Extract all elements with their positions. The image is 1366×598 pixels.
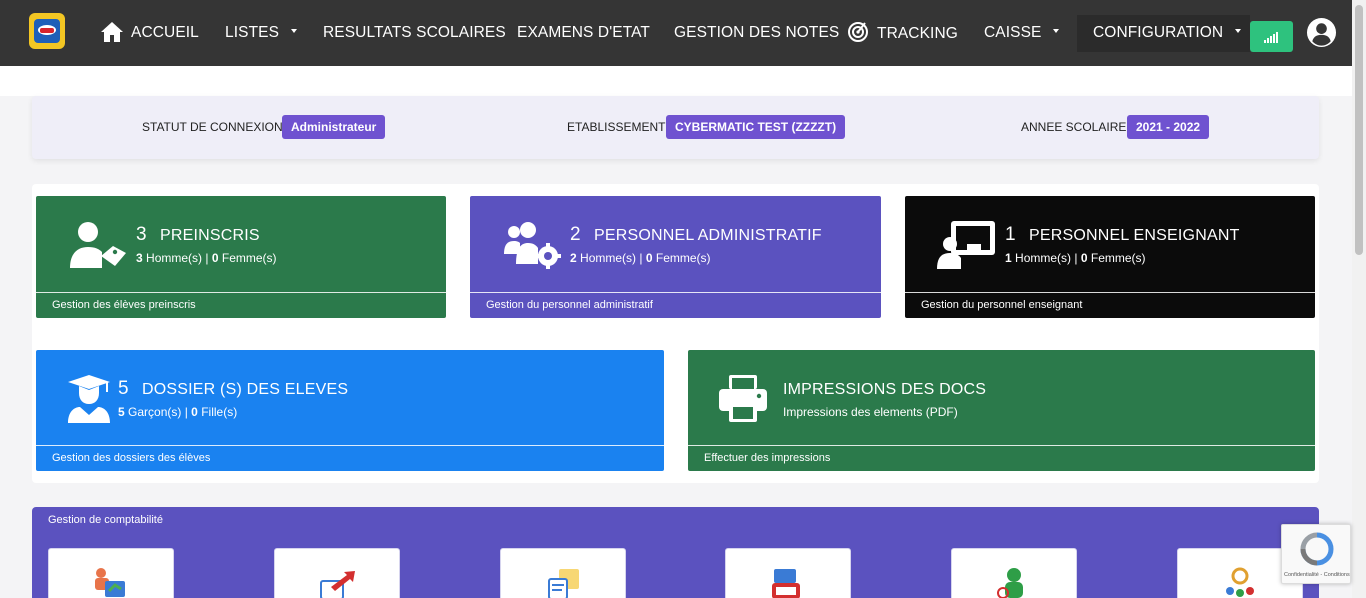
- cash-register-icon: [772, 569, 800, 598]
- tracking-icon: [848, 22, 868, 42]
- accounting-tile-payments[interactable]: [48, 548, 174, 598]
- users-cog-icon: [504, 222, 561, 269]
- card-preinscrits[interactable]: 3 PREINSCRIS 3 Homme(s) | 0 Femme(s) Ges…: [36, 196, 446, 318]
- card-title: IMPRESSIONS DES DOCS: [783, 381, 987, 398]
- card-admin-staff[interactable]: 2 PERSONNEL ADMINISTRATIF 2 Homme(s) | 0…: [470, 196, 881, 318]
- card-footer-link[interactable]: Gestion des élèves preinscris: [36, 292, 446, 318]
- printer-icon: [719, 375, 767, 422]
- page-scrollbar[interactable]: [1352, 0, 1366, 598]
- chevron-down-icon: [1235, 28, 1242, 33]
- school-year-label: ANNEE SCOLAIRE :: [1021, 120, 1134, 134]
- accounting-panel: Gestion de comptabilité: [32, 507, 1319, 598]
- nav-lists[interactable]: LISTES: [225, 22, 298, 44]
- graduate-icon: [68, 375, 110, 423]
- accounting-tile-transfers[interactable]: [274, 548, 400, 598]
- transfer-icon: [320, 571, 355, 598]
- nav-home[interactable]: ACCUEIL: [131, 22, 199, 44]
- card-footer-link[interactable]: Gestion du personnel administratif: [470, 292, 881, 318]
- school-label: ETABLISSEMENT :: [567, 120, 672, 134]
- summary-cards: 3 PREINSCRIS 3 Homme(s) | 0 Femme(s) Ges…: [32, 184, 1319, 483]
- card-title: PERSONNEL ADMINISTRATIF: [594, 227, 822, 244]
- expenses-icon: [548, 569, 579, 598]
- chalkboard-teacher-icon: [937, 221, 995, 269]
- nav-tracking[interactable]: TRACKING: [877, 23, 958, 45]
- card-footer-link[interactable]: Gestion des dossiers des élèves: [36, 445, 664, 471]
- card-gender-stats: 1 Homme(s) | 0 Femme(s): [1005, 251, 1146, 265]
- nav-exams[interactable]: EXAMENS D'ETAT: [517, 22, 650, 44]
- card-student-files[interactable]: 5 DOSSIER (S) DES ELEVES 5 Garçon(s) | 0…: [36, 350, 664, 471]
- card-title: PREINSCRIS: [160, 227, 260, 244]
- accounting-tile-expenses[interactable]: [500, 548, 626, 598]
- nav-grades[interactable]: GESTION DES NOTES: [674, 22, 839, 44]
- nav-results[interactable]: RESULTATS SCOLAIRES: [323, 22, 506, 44]
- card-count: 1: [1005, 224, 1016, 245]
- scroll-thumb[interactable]: [1355, 5, 1363, 255]
- finance-user-icon: [997, 568, 1023, 598]
- card-title: PERSONNEL ENSEIGNANT: [1029, 227, 1240, 244]
- user-tag-icon: [70, 222, 126, 268]
- school-year-badge: 2021 - 2022: [1127, 115, 1210, 139]
- accounting-title: Gestion de comptabilité: [48, 514, 163, 526]
- payment-icon: [95, 568, 125, 597]
- top-navbar: ACCUEIL LISTES RESULTATS SCOLAIRES EXAME…: [0, 0, 1352, 66]
- connection-status-label: STATUT DE CONNEXION :: [142, 120, 290, 134]
- session-status-panel: STATUT DE CONNEXION : Administrateur ETA…: [32, 96, 1319, 159]
- recaptcha-badge[interactable]: Confidentialité - Conditions: [1281, 524, 1351, 584]
- header-spacer: [0, 66, 1352, 96]
- card-footer-link[interactable]: Gestion du personnel enseignant: [905, 292, 1315, 318]
- nav-config[interactable]: CONFIGURATION: [1093, 22, 1242, 44]
- chevron-down-icon: [1053, 28, 1060, 33]
- nav-cashier[interactable]: CAISSE: [984, 22, 1060, 44]
- settings-group-icon: [1226, 567, 1254, 597]
- card-count: 5: [118, 378, 129, 399]
- card-prints[interactable]: IMPRESSIONS DES DOCS Impressions des ele…: [688, 350, 1315, 471]
- chevron-down-icon: [291, 28, 298, 33]
- home-icon: [101, 22, 123, 42]
- card-subtitle: Impressions des elements (PDF): [783, 405, 958, 419]
- card-teachers[interactable]: 1 PERSONNEL ENSEIGNANT 1 Homme(s) | 0 Fe…: [905, 196, 1315, 318]
- card-gender-stats: 5 Garçon(s) | 0 Fille(s): [118, 405, 238, 419]
- recaptcha-links[interactable]: Confidentialité - Conditions: [1284, 572, 1350, 578]
- card-gender-stats: 2 Homme(s) | 0 Femme(s): [570, 251, 711, 265]
- card-footer-link[interactable]: Effectuer des impressions: [688, 445, 1315, 471]
- network-status-button[interactable]: [1250, 21, 1293, 52]
- school-badge: CYBERMATIC TEST (ZZZZT): [666, 115, 846, 139]
- card-count: 3: [136, 224, 147, 245]
- user-account-icon[interactable]: [1306, 17, 1337, 48]
- accounting-tile-cash-register[interactable]: [725, 548, 851, 598]
- accounting-tile-finance-user[interactable]: [951, 548, 1077, 598]
- card-title: DOSSIER (S) DES ELEVES: [142, 381, 349, 398]
- card-count: 2: [570, 224, 581, 245]
- recaptcha-icon: [1300, 532, 1334, 566]
- app-logo[interactable]: [29, 13, 65, 49]
- connection-status-badge: Administrateur: [282, 115, 386, 139]
- card-gender-stats: 3 Homme(s) | 0 Femme(s): [136, 251, 277, 265]
